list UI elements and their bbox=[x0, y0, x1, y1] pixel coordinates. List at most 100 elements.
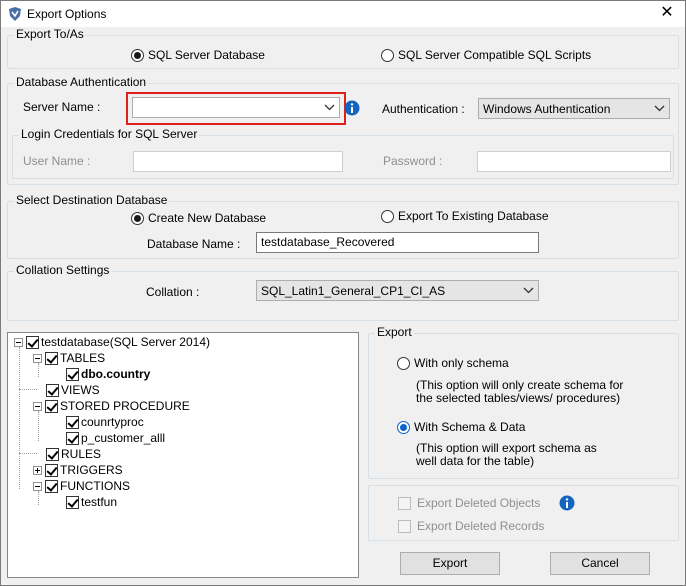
radio-label: Export To Existing Database bbox=[398, 209, 549, 223]
tree-node-label: TABLES bbox=[60, 351, 106, 365]
checkbox-label: Export Deleted Records bbox=[417, 519, 545, 533]
deleted-options-group: Export Deleted Objects Export Deleted Re… bbox=[368, 485, 679, 541]
tree-node-functions[interactable]: FUNCTIONS bbox=[33, 478, 130, 494]
server-name-combo[interactable] bbox=[132, 97, 340, 118]
schema-data-note-line-2: well data for the table) bbox=[416, 454, 535, 468]
tree-node-label: counrtyproc bbox=[81, 415, 144, 429]
tree-node-label: testdatabase(SQL Server 2014) bbox=[41, 335, 210, 349]
checkbox-checked-icon[interactable] bbox=[66, 431, 79, 445]
export-options-window: Export Options ✕ Export To/As SQL Server… bbox=[0, 0, 686, 586]
tree-node-rules[interactable]: RULES bbox=[46, 446, 101, 462]
radio-unselected-icon bbox=[381, 48, 394, 62]
password-input[interactable] bbox=[477, 151, 671, 172]
radio-unselected-icon bbox=[381, 209, 394, 223]
checkbox-checked-icon[interactable] bbox=[66, 495, 79, 509]
tree-node-p-customer-alll[interactable]: p_customer_alll bbox=[66, 430, 165, 446]
collation-select[interactable]: SQL_Latin1_General_CP1_CI_AS bbox=[256, 280, 539, 301]
collation-label: Collation : bbox=[146, 285, 200, 299]
tree-node-label: dbo.country bbox=[81, 367, 151, 381]
radio-schema-and-data[interactable]: With Schema & Data bbox=[397, 420, 525, 434]
tree-node-testfun[interactable]: testfun bbox=[66, 494, 117, 510]
destination-group: Select Destination Database Create New D… bbox=[7, 193, 679, 259]
radio-unselected-icon bbox=[397, 356, 410, 370]
checkbox-checked-icon[interactable] bbox=[45, 463, 58, 477]
radio-existing-database[interactable]: Export To Existing Database bbox=[381, 209, 549, 223]
close-icon[interactable]: ✕ bbox=[657, 3, 677, 23]
collapse-icon[interactable] bbox=[14, 337, 23, 347]
tree-node-dbo-country[interactable]: dbo.country bbox=[66, 366, 150, 382]
radio-label: With Schema & Data bbox=[414, 420, 526, 434]
collapse-icon[interactable] bbox=[33, 481, 42, 491]
database-tree[interactable]: testdatabase(SQL Server 2014) TABLES dbo… bbox=[7, 332, 359, 578]
tree-node-triggers[interactable]: TRIGGERS bbox=[33, 462, 123, 478]
radio-label: Create New Database bbox=[148, 211, 267, 225]
radio-selected-icon bbox=[131, 48, 144, 62]
export-deleted-objects-checkbox[interactable]: Export Deleted Objects bbox=[398, 496, 540, 510]
collapse-icon[interactable] bbox=[33, 353, 42, 363]
radio-label: SQL Server Database bbox=[148, 48, 265, 62]
checkbox-label: Export Deleted Objects bbox=[417, 496, 541, 510]
shield-app-icon bbox=[9, 7, 21, 21]
collation-legend: Collation Settings bbox=[14, 263, 112, 277]
checkbox-checked-icon[interactable] bbox=[66, 415, 79, 429]
authentication-select[interactable]: Windows Authentication bbox=[478, 98, 670, 119]
tree-node-counrtyproc[interactable]: counrtyproc bbox=[66, 414, 144, 430]
login-credentials-legend: Login Credentials for SQL Server bbox=[19, 127, 200, 141]
checkbox-checked-icon[interactable] bbox=[66, 367, 79, 381]
database-name-input[interactable]: testdatabase_Recovered bbox=[256, 232, 539, 253]
login-credentials-group: Login Credentials for SQL Server User Na… bbox=[12, 127, 674, 179]
database-name-label: Database Name : bbox=[147, 237, 241, 251]
export-deleted-records-checkbox[interactable]: Export Deleted Records bbox=[398, 519, 544, 533]
export-to-legend: Export To/As bbox=[14, 27, 86, 41]
info-icon[interactable] bbox=[559, 495, 575, 511]
radio-schema-only[interactable]: With only schema bbox=[397, 356, 509, 370]
tree-node-label: p_customer_alll bbox=[81, 431, 166, 445]
schema-only-note-line-1: (This option will only create schema for bbox=[416, 378, 624, 392]
tree-node-views[interactable]: VIEWS bbox=[46, 382, 100, 398]
radio-sql-scripts[interactable]: SQL Server Compatible SQL Scripts bbox=[381, 48, 591, 62]
tree-node-tables[interactable]: TABLES bbox=[33, 350, 105, 366]
checkbox-checked-icon[interactable] bbox=[26, 335, 39, 349]
tree-node-label: VIEWS bbox=[61, 383, 100, 397]
radio-label: With only schema bbox=[414, 356, 509, 370]
collapse-icon[interactable] bbox=[33, 401, 42, 411]
checkbox-checked-icon[interactable] bbox=[45, 399, 58, 413]
title-bar: Export Options ✕ bbox=[1, 1, 685, 27]
radio-sql-server-database[interactable]: SQL Server Database bbox=[131, 48, 265, 62]
user-name-label: User Name : bbox=[23, 154, 91, 168]
window-title: Export Options bbox=[27, 7, 107, 21]
user-name-input[interactable] bbox=[133, 151, 343, 172]
tree-node-root[interactable]: testdatabase(SQL Server 2014) bbox=[14, 334, 210, 350]
checkbox-checked-icon[interactable] bbox=[45, 479, 58, 493]
schema-only-note-line-2: the selected tables/views/ procedures) bbox=[416, 391, 621, 405]
info-icon[interactable] bbox=[344, 100, 360, 116]
db-auth-legend: Database Authentication bbox=[14, 75, 149, 89]
checkbox-checked-icon[interactable] bbox=[46, 447, 59, 461]
checkbox-checked-icon[interactable] bbox=[46, 383, 59, 397]
db-auth-group: Database Authentication Server Name : Au… bbox=[7, 75, 679, 185]
collation-value: SQL_Latin1_General_CP1_CI_AS bbox=[261, 284, 446, 298]
tree-node-stored-procedure[interactable]: STORED PROCEDURE bbox=[33, 398, 190, 414]
checkbox-unchecked-icon bbox=[398, 496, 411, 510]
destination-legend: Select Destination Database bbox=[14, 193, 170, 207]
authentication-value: Windows Authentication bbox=[483, 102, 611, 116]
expand-icon[interactable] bbox=[33, 465, 42, 475]
checkbox-unchecked-icon bbox=[398, 519, 411, 533]
export-button[interactable]: Export bbox=[400, 552, 500, 575]
tree-node-label: RULES bbox=[61, 447, 102, 461]
tree-node-label: testfun bbox=[81, 495, 118, 509]
export-mode-legend: Export bbox=[375, 325, 414, 339]
cancel-button[interactable]: Cancel bbox=[550, 552, 650, 575]
export-to-group: Export To/As SQL Server Database SQL Ser… bbox=[7, 27, 679, 69]
password-label: Password : bbox=[383, 154, 443, 168]
chevron-down-icon bbox=[523, 287, 534, 294]
schema-data-note-line-1: (This option will export schema as bbox=[416, 441, 597, 455]
radio-label: SQL Server Compatible SQL Scripts bbox=[398, 48, 592, 62]
chevron-down-icon bbox=[654, 105, 665, 112]
tree-node-label: STORED PROCEDURE bbox=[60, 399, 190, 413]
radio-selected-icon bbox=[131, 211, 144, 225]
radio-create-new-database[interactable]: Create New Database bbox=[131, 211, 266, 225]
checkbox-checked-icon[interactable] bbox=[45, 351, 58, 365]
radio-selected-icon bbox=[397, 420, 410, 434]
collation-group: Collation Settings Collation : SQL_Latin… bbox=[7, 263, 679, 321]
